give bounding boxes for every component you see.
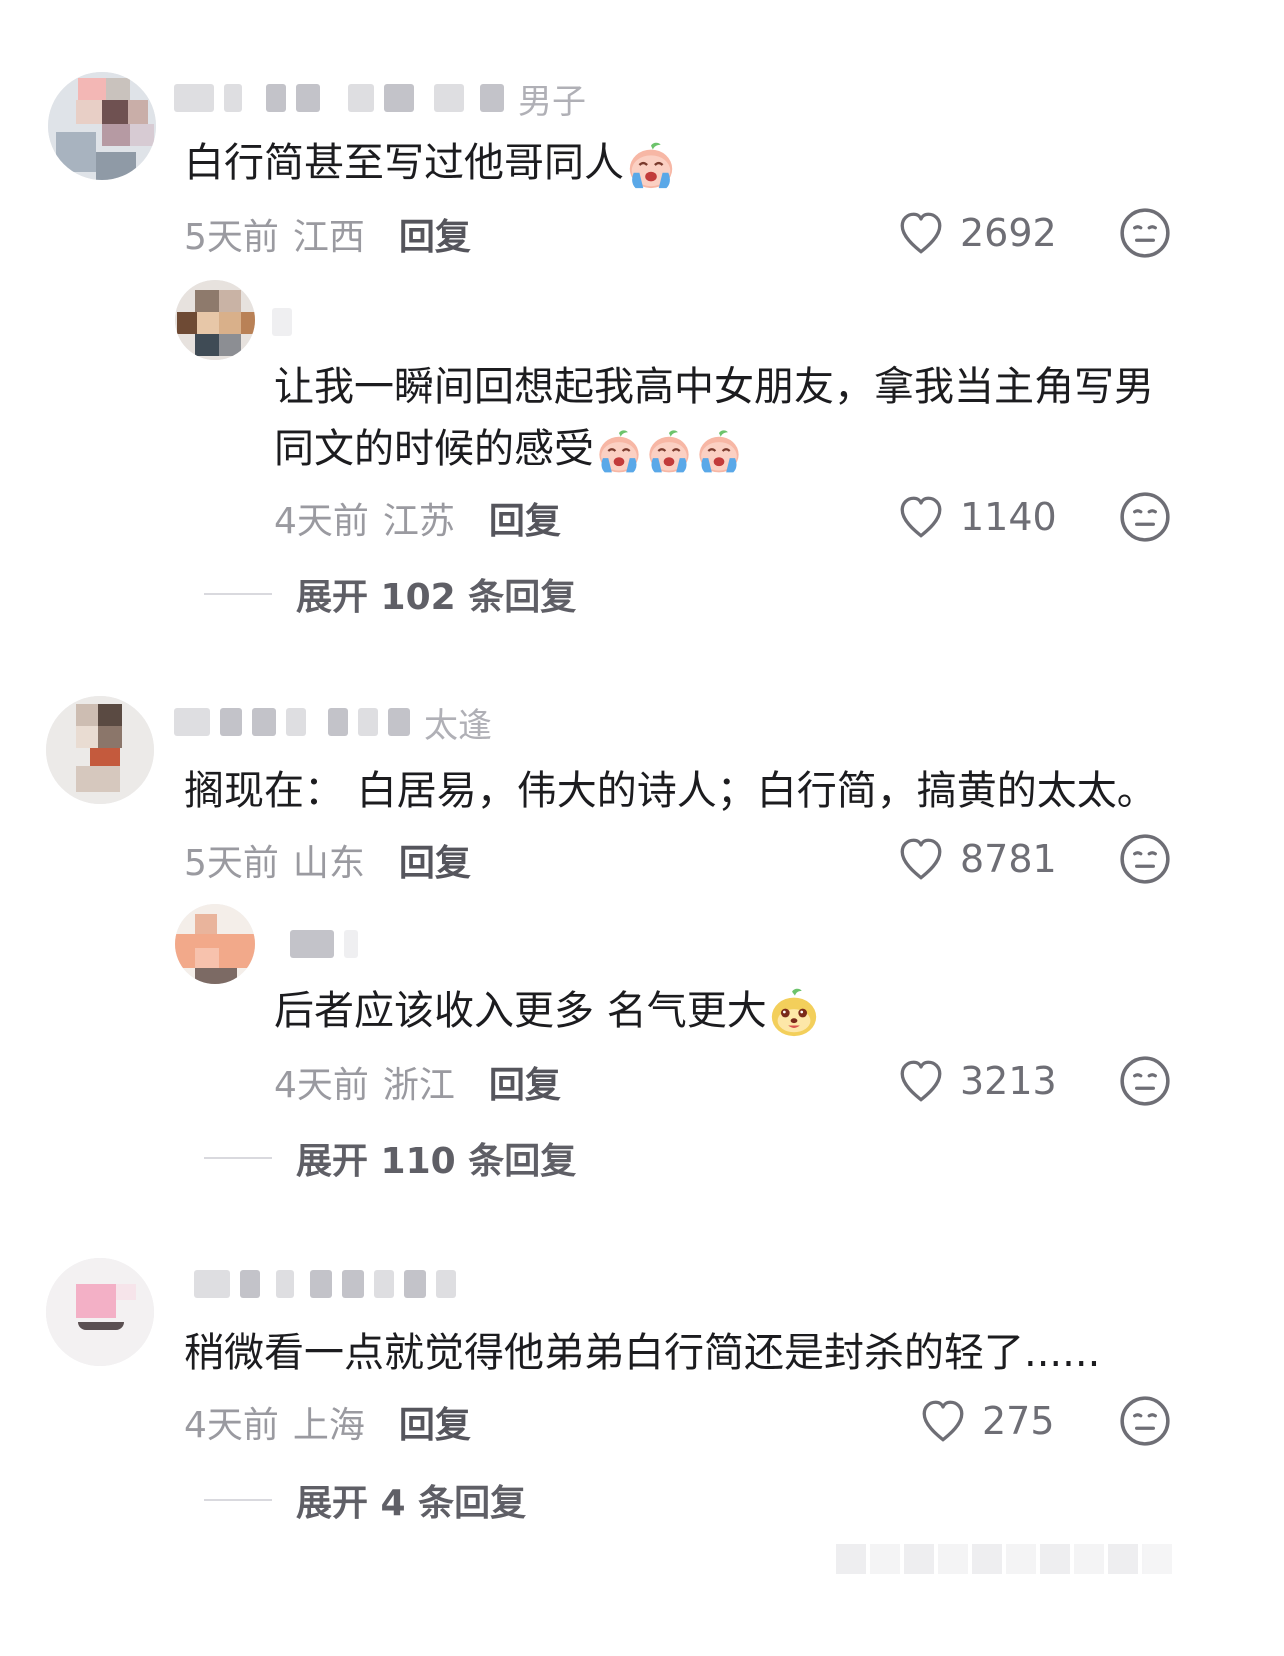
expand-replies-button[interactable]: 展开 102 条回复 xyxy=(204,568,576,620)
username-tail: 男子 xyxy=(518,81,586,122)
neutral-face-icon xyxy=(1118,1054,1172,1108)
comment-time: 5天前 xyxy=(184,843,279,884)
reply-location: 江苏 xyxy=(382,501,455,542)
expand-replies-label: 展开 110 条回复 xyxy=(296,1141,577,1182)
username[interactable] xyxy=(194,1264,456,1304)
comment-time: 5天前 xyxy=(184,217,279,258)
dislike-button[interactable] xyxy=(1118,1394,1172,1452)
neutral-face-icon xyxy=(1118,1394,1172,1448)
neutral-face-icon xyxy=(1118,832,1172,886)
reply-meta: 4天前 江苏 回复 xyxy=(274,492,561,544)
crying-peach-emoji xyxy=(624,138,678,192)
reply-button[interactable]: 回复 xyxy=(489,1056,561,1108)
like-count: 2692 xyxy=(960,211,1057,255)
crying-peach-emoji xyxy=(694,426,744,476)
comment-meta: 5天前 山东 回复 xyxy=(184,834,471,886)
reply-text-content: 后者应该收入更多 名气更大 xyxy=(274,988,767,1034)
username[interactable]: 太逢 xyxy=(174,702,492,746)
username-tail: 太逢 xyxy=(424,705,492,746)
like-button[interactable]: 275 xyxy=(918,1396,1055,1446)
avatar[interactable] xyxy=(48,72,156,180)
dislike-button[interactable] xyxy=(1118,832,1172,890)
username[interactable] xyxy=(272,302,292,342)
like-button[interactable]: 2692 xyxy=(896,208,1057,258)
like-button[interactable]: 3213 xyxy=(896,1056,1057,1106)
comment-text[interactable]: 稍微看一点就觉得他弟弟白行简还是封杀的轻了...... xyxy=(184,1322,1100,1384)
neutral-face-icon xyxy=(1118,206,1172,260)
yellow-dog-emoji xyxy=(767,986,821,1040)
comment-text-content: 白行简甚至写过他哥同人 xyxy=(184,140,624,186)
expand-replies-button[interactable]: 展开 110 条回复 xyxy=(204,1132,576,1184)
avatar[interactable] xyxy=(175,280,255,360)
reply-text[interactable]: 让我一瞬间回想起我高中女朋友，拿我当主角写男同文的时候的感受 xyxy=(274,356,1154,480)
comment-time: 4天前 xyxy=(184,1405,279,1446)
like-count: 8781 xyxy=(960,837,1057,881)
comment-location: 江西 xyxy=(292,217,365,258)
comment-location: 上海 xyxy=(292,1405,365,1446)
neutral-face-icon xyxy=(1118,490,1172,544)
comment-text-content: 稍微看一点就觉得他弟弟白行简还是封杀的轻了...... xyxy=(184,1330,1101,1376)
reply-button[interactable]: 回复 xyxy=(399,834,471,886)
expand-replies-label: 展开 4 条回复 xyxy=(296,1483,527,1524)
dislike-button[interactable] xyxy=(1118,490,1172,548)
heart-outline-icon xyxy=(896,834,946,884)
like-button[interactable]: 1140 xyxy=(896,492,1057,542)
avatar[interactable] xyxy=(46,696,154,804)
like-count: 3213 xyxy=(960,1059,1057,1103)
heart-outline-icon xyxy=(896,208,946,258)
avatar[interactable] xyxy=(46,1258,154,1366)
comment-meta: 4天前 上海 回复 xyxy=(184,1396,471,1448)
comment-text[interactable]: 白行简甚至写过他哥同人 xyxy=(184,132,678,194)
watermark xyxy=(836,1544,1216,1584)
reply-text[interactable]: 后者应该收入更多 名气更大 xyxy=(274,980,821,1042)
heart-outline-icon xyxy=(918,1396,968,1446)
comment-meta: 5天前 江西 回复 xyxy=(184,208,471,260)
avatar[interactable] xyxy=(175,904,255,984)
reply-time: 4天前 xyxy=(274,501,369,542)
comment-text-content: 搁现在： 白居易，伟大的诗人；白行简，搞黄的太太。 xyxy=(184,768,1157,814)
heart-outline-icon xyxy=(896,1056,946,1106)
expand-divider xyxy=(204,1499,272,1501)
expand-divider xyxy=(204,593,272,595)
expand-replies-label: 展开 102 条回复 xyxy=(296,577,577,618)
reply-time: 4天前 xyxy=(274,1065,369,1106)
like-button[interactable]: 8781 xyxy=(896,834,1057,884)
comment-location: 山东 xyxy=(292,843,365,884)
heart-outline-icon xyxy=(896,492,946,542)
reply-meta: 4天前 浙江 回复 xyxy=(274,1056,561,1108)
crying-peach-emoji xyxy=(644,426,694,476)
reply-button[interactable]: 回复 xyxy=(399,1396,471,1448)
dislike-button[interactable] xyxy=(1118,1054,1172,1112)
like-count: 275 xyxy=(982,1399,1055,1443)
username[interactable] xyxy=(290,924,358,964)
reply-button[interactable]: 回复 xyxy=(489,492,561,544)
crying-peach-emoji xyxy=(594,426,644,476)
expand-replies-button[interactable]: 展开 4 条回复 xyxy=(204,1474,526,1526)
like-count: 1140 xyxy=(960,495,1057,539)
expand-divider xyxy=(204,1157,272,1159)
reply-button[interactable]: 回复 xyxy=(399,208,471,260)
reply-location: 浙江 xyxy=(382,1065,455,1106)
username[interactable]: 男子 xyxy=(174,78,586,122)
dislike-button[interactable] xyxy=(1118,206,1172,264)
comment-text[interactable]: 搁现在： 白居易，伟大的诗人；白行简，搞黄的太太。 xyxy=(184,760,1157,822)
